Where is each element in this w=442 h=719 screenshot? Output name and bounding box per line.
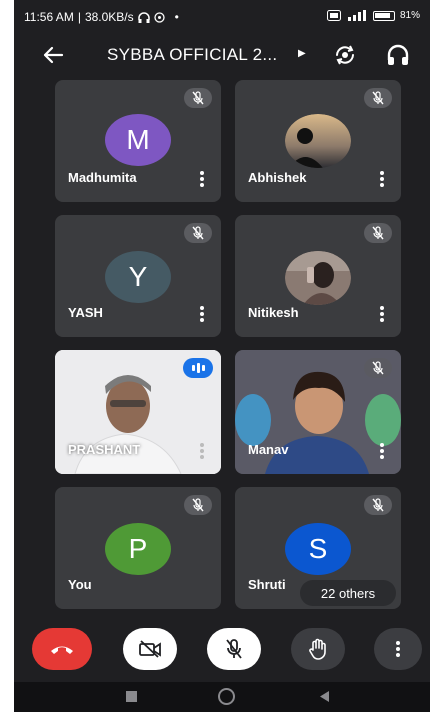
- participant-tile[interactable]: M Madhumita: [55, 80, 221, 202]
- participant-tile[interactable]: Abhishek: [235, 80, 401, 202]
- raise-hand-button[interactable]: [291, 628, 345, 670]
- participant-video-tile[interactable]: PRASHANT: [55, 350, 221, 474]
- participant-name: Shruti: [248, 577, 286, 592]
- battery-percent: 81%: [399, 10, 420, 21]
- hang-up-icon: [51, 646, 73, 654]
- avatar: M: [105, 114, 171, 166]
- participant-name: Nitikesh: [248, 305, 299, 320]
- participant-name: PRASHANT: [68, 442, 141, 457]
- call-header: SYBBA OFFICIAL 2... ▶: [14, 30, 430, 82]
- status-time: 11:56 AM: [24, 10, 74, 24]
- home-icon[interactable]: [218, 688, 235, 705]
- headphones-icon[interactable]: [386, 42, 410, 68]
- status-bar: 11:56 AM | 38.0KB/s • 81%: [24, 10, 420, 24]
- participant-tile[interactable]: Nitikesh: [235, 215, 401, 337]
- more-options-icon[interactable]: [199, 171, 205, 187]
- avatar: P: [105, 523, 171, 575]
- system-navigation-bar: [14, 682, 430, 712]
- more-vert-icon: [396, 641, 400, 657]
- mic-off-icon: [364, 358, 392, 378]
- avatar: S: [285, 523, 351, 575]
- participant-tile[interactable]: Y YASH: [55, 215, 221, 337]
- mic-toggle-button[interactable]: [207, 628, 261, 670]
- headset-status-icon: [137, 11, 150, 23]
- mic-off-icon: [364, 88, 392, 108]
- end-call-button[interactable]: [32, 628, 92, 670]
- more-options-icon[interactable]: [199, 306, 205, 322]
- mic-off-icon: [226, 639, 242, 659]
- more-options-icon[interactable]: [379, 171, 385, 187]
- mic-off-icon: [184, 88, 212, 108]
- participant-name: You: [68, 577, 92, 592]
- mic-off-icon: [184, 223, 212, 243]
- meeting-title[interactable]: SYBBA OFFICIAL 2...: [107, 45, 277, 65]
- participant-video-tile[interactable]: Manav: [235, 350, 401, 474]
- speaking-indicator-icon: [183, 358, 213, 378]
- participant-name: Madhumita: [68, 170, 137, 185]
- volte-icon: [326, 10, 341, 21]
- call-controls: [14, 624, 430, 674]
- avatar-photo: [285, 251, 351, 305]
- back-nav-icon[interactable]: [318, 690, 330, 703]
- mic-off-icon: [364, 495, 392, 515]
- status-dot: •: [174, 10, 179, 24]
- mic-off-icon: [364, 223, 392, 243]
- others-count-button[interactable]: 22 others: [300, 580, 396, 606]
- avatar: Y: [105, 251, 171, 303]
- whatsapp-status-icon: [153, 11, 165, 23]
- status-network-speed: 38.0KB/s: [84, 10, 134, 24]
- participant-name: YASH: [68, 305, 103, 320]
- battery-icon: [372, 10, 395, 21]
- participant-name: Manav: [248, 442, 289, 457]
- more-options-icon[interactable]: [379, 443, 385, 459]
- recents-icon[interactable]: [126, 691, 137, 702]
- mic-off-icon: [184, 495, 212, 515]
- meet-call-screen: 11:56 AM | 38.0KB/s • 81% SYBBA OFFICIAL…: [14, 0, 430, 712]
- signal-icon: [347, 10, 366, 21]
- back-arrow-icon[interactable]: [40, 42, 66, 68]
- switch-camera-icon[interactable]: [332, 42, 358, 68]
- camera-off-icon: [139, 640, 161, 658]
- more-options-button[interactable]: [374, 628, 422, 670]
- participant-tile-self[interactable]: P You: [55, 487, 221, 609]
- raise-hand-icon: [309, 638, 326, 660]
- more-options-icon[interactable]: [199, 443, 205, 459]
- camera-toggle-button[interactable]: [123, 628, 177, 670]
- avatar-photo: [285, 114, 351, 168]
- more-options-icon[interactable]: [379, 306, 385, 322]
- caret-right-icon[interactable]: ▶: [298, 48, 306, 59]
- participant-name: Abhishek: [248, 170, 307, 185]
